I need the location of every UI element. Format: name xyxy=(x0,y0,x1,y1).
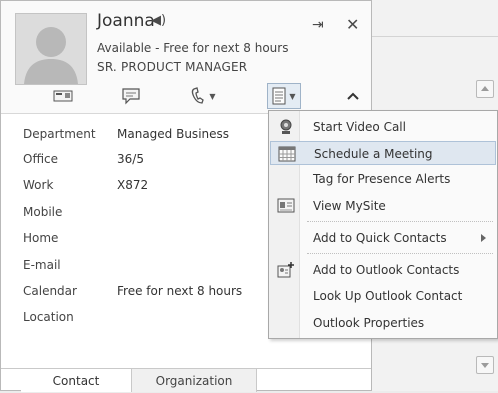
menu-item-outlook-properties[interactable]: Outlook Properties xyxy=(270,311,496,335)
submenu-arrow-icon xyxy=(481,234,486,242)
person-silhouette-icon xyxy=(16,14,86,84)
email-button[interactable] xyxy=(45,83,81,109)
menu-item-label: Add to Outlook Contacts xyxy=(313,263,460,277)
menu-item-label: Schedule a Meeting xyxy=(314,147,433,161)
more-options-button[interactable]: ▼ xyxy=(267,83,301,109)
menu-item-view-mysite[interactable]: View MySite xyxy=(270,194,496,218)
menu-separator xyxy=(307,253,493,255)
field-label: Calendar xyxy=(23,284,77,298)
close-icon[interactable]: ✕ xyxy=(346,15,359,34)
menu-item-label: View MySite xyxy=(313,199,386,213)
field-label: Location xyxy=(23,310,74,324)
field-value: Free for next 8 hours xyxy=(117,284,243,298)
video-call-icon xyxy=(277,118,295,136)
menu-item-look-up-outlook-contact[interactable]: Look Up Outlook Contact xyxy=(270,284,496,308)
menu-item-tag-presence-alerts[interactable]: Tag for Presence Alerts xyxy=(270,167,496,191)
avatar xyxy=(15,13,87,85)
more-options-menu: Start Video Call Schedule a Meeting Tag … xyxy=(268,110,498,339)
tab-contact[interactable]: Contact xyxy=(21,369,131,392)
field-label: E-mail xyxy=(23,258,61,272)
presence-status: Available - Free for next 8 hours xyxy=(97,41,289,55)
email-icon xyxy=(53,90,73,102)
calendar-icon xyxy=(278,145,296,163)
card-tabs: Contact Organization xyxy=(1,368,371,393)
field-label: Department xyxy=(23,127,96,141)
background-divider xyxy=(372,36,498,37)
job-title: SR. PRODUCT MANAGER xyxy=(97,60,248,74)
instant-message-icon xyxy=(122,88,140,105)
chevron-down-icon: ▼ xyxy=(209,91,216,101)
menu-item-start-video-call[interactable]: Start Video Call xyxy=(270,115,496,139)
speaker-icon[interactable]: ◀) xyxy=(151,13,166,28)
menu-item-add-quick-contacts[interactable]: Add to Quick Contacts xyxy=(270,226,496,250)
menu-separator xyxy=(307,221,493,223)
field-value: 36/5 xyxy=(117,152,144,166)
field-label: Home xyxy=(23,231,59,245)
menu-item-label: Outlook Properties xyxy=(313,316,425,330)
menu-item-schedule-meeting[interactable]: Schedule a Meeting xyxy=(270,141,496,165)
call-button[interactable]: ▼ xyxy=(183,83,223,109)
tab-organization[interactable]: Organization xyxy=(131,369,257,392)
chevron-up-icon[interactable] xyxy=(342,83,364,109)
field-label: Work xyxy=(23,178,54,192)
field-label: Office xyxy=(23,152,59,166)
add-contact-icon xyxy=(277,261,295,279)
contact-name: Joanna xyxy=(97,11,155,31)
field-label: Mobile xyxy=(23,205,63,219)
instant-message-button[interactable] xyxy=(113,83,149,109)
menu-item-label: Look Up Outlook Contact xyxy=(313,289,463,303)
field-value[interactable]: Managed Business xyxy=(117,127,229,141)
phone-icon xyxy=(192,87,205,104)
mysite-icon xyxy=(277,197,295,215)
action-bar: ▼ ▼ xyxy=(1,83,371,111)
field-value[interactable]: X872 xyxy=(117,178,148,192)
pin-icon[interactable]: ⇥ xyxy=(312,17,324,33)
menu-item-label: Start Video Call xyxy=(313,120,406,134)
more-options-icon xyxy=(272,87,286,105)
menu-item-label: Tag for Presence Alerts xyxy=(313,172,451,186)
menu-item-label: Add to Quick Contacts xyxy=(313,231,447,245)
card-header: Joanna ◀) Available - Free for next 8 ho… xyxy=(1,1,371,114)
scroll-down-button[interactable] xyxy=(476,356,494,374)
scroll-up-button[interactable] xyxy=(476,80,494,98)
chevron-down-icon: ▼ xyxy=(289,91,296,101)
menu-item-add-outlook-contacts[interactable]: Add to Outlook Contacts xyxy=(270,258,496,282)
